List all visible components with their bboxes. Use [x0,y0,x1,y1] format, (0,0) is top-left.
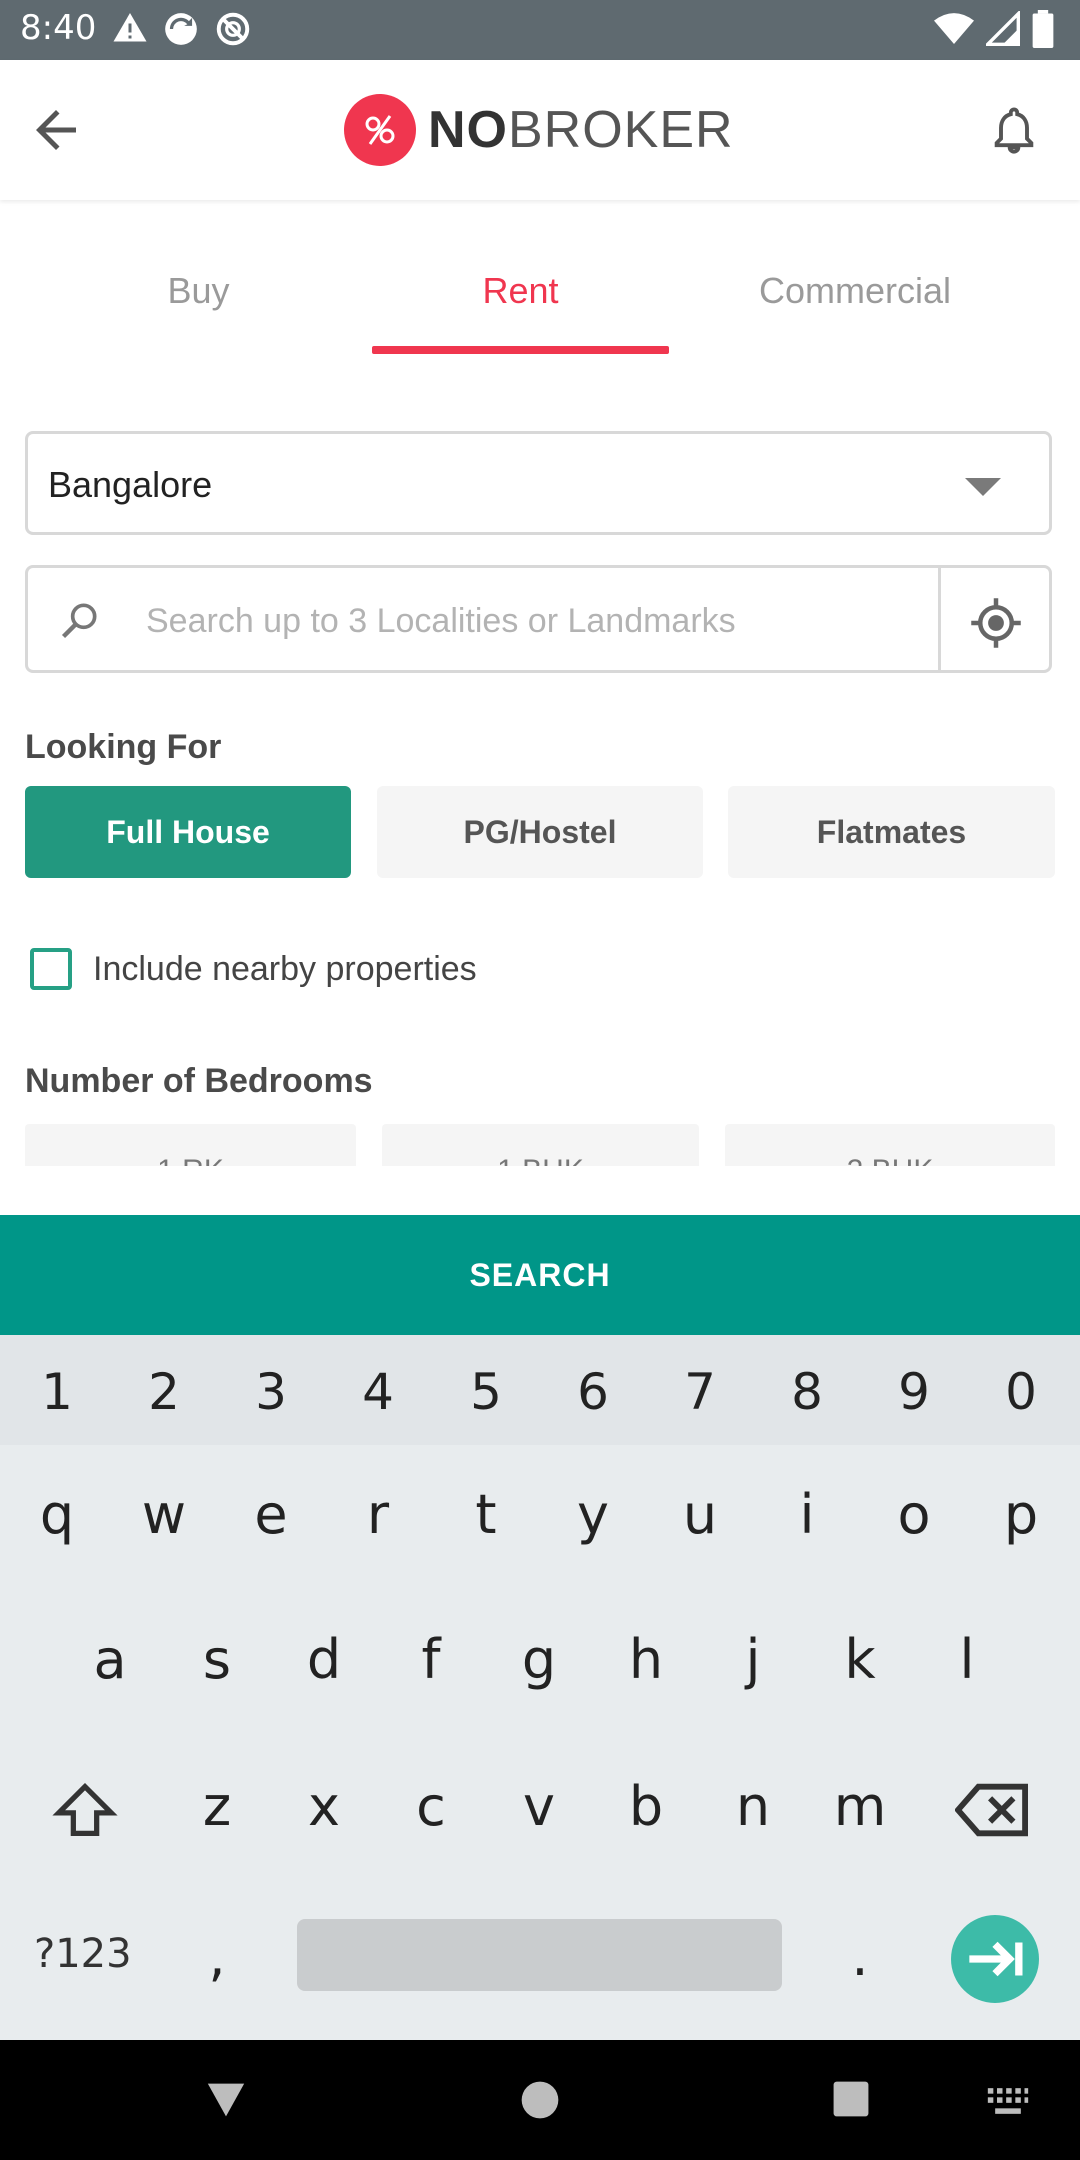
search-input[interactable]: Search up to 3 Localities or Landmarks [146,602,736,641]
tab-buy[interactable]: Buy [100,270,297,330]
key-n[interactable]: n [713,1775,793,1838]
keyboard-number-row: 1 2 3 4 5 6 7 8 9 0 [0,1335,1080,1445]
city-select-value: Bangalore [48,464,213,505]
key-3[interactable]: 3 [231,1363,311,1421]
location-target-icon[interactable] [969,596,1023,650]
status-time: 8:40 [20,8,97,48]
dropdown-caret-icon [965,478,1001,496]
nearby-label: Include nearby properties [93,950,477,988]
system-icons [934,10,1054,48]
bedrooms-title: Number of Bedrooms [25,1062,373,1100]
key-6[interactable]: 6 [553,1363,633,1421]
nav-recents-icon[interactable] [832,2080,870,2118]
battery-icon [1032,10,1054,48]
key-t[interactable]: t [446,1483,526,1546]
key-a[interactable]: a [70,1628,150,1691]
backspace-icon[interactable] [955,1775,1031,1845]
key-g[interactable]: g [499,1628,579,1691]
key-l[interactable]: l [927,1628,1007,1691]
key-d[interactable]: d [284,1628,364,1691]
option-1rk[interactable]: 1 RK [25,1124,356,1166]
key-m[interactable]: m [820,1775,900,1838]
key-8[interactable]: 8 [767,1363,847,1421]
city-select[interactable]: Bangalore [25,431,1052,535]
search-icon [61,603,97,639]
key-r[interactable]: r [338,1483,418,1546]
tab-rent[interactable]: Rent [372,270,669,330]
wifi-icon [934,13,974,44]
signal-icon [986,11,1020,46]
key-c[interactable]: c [391,1775,471,1838]
key-9[interactable]: 9 [874,1363,954,1421]
key-1[interactable]: 1 [17,1363,97,1421]
shift-icon[interactable] [50,1775,120,1845]
tab-arrow-icon [969,1941,1023,1977]
notification-icons [112,10,252,48]
enter-next-key[interactable] [951,1915,1039,2003]
option-full-house[interactable]: Full House [25,786,351,878]
system-nav-bar [0,2040,1080,2160]
key-4[interactable]: 4 [338,1363,418,1421]
key-b[interactable]: b [606,1775,686,1838]
status-bar: 8:40 [0,0,1080,60]
key-j[interactable]: j [713,1628,793,1691]
app-bar: NOBROKER [0,60,1080,200]
key-e[interactable]: e [231,1483,311,1546]
nav-home-icon[interactable] [520,2080,560,2120]
keyboard-switch-icon[interactable] [986,2086,1030,2116]
option-2bhk[interactable]: 2 BHK [725,1124,1055,1166]
logo-wordmark: NOBROKER [428,101,734,159]
search-divider [938,568,941,670]
key-x[interactable]: x [284,1775,364,1838]
key-i[interactable]: i [767,1483,847,1546]
tab-active-indicator [372,346,669,354]
logo-mark-icon [344,94,416,166]
key-5[interactable]: 5 [446,1363,526,1421]
tab-commercial[interactable]: Commercial [720,270,990,330]
key-v[interactable]: v [499,1775,579,1838]
key-7[interactable]: 7 [660,1363,740,1421]
warning-icon [113,13,147,42]
space-key[interactable] [297,1919,782,1991]
blocked-icon [216,12,250,46]
option-pg-hostel[interactable]: PG/Hostel [377,786,703,878]
back-arrow-icon[interactable] [26,100,86,160]
key-0[interactable]: 0 [981,1363,1061,1421]
key-period[interactable]: . [820,1925,900,1988]
key-h[interactable]: h [606,1628,686,1691]
bell-icon[interactable] [988,104,1040,156]
key-q[interactable]: q [17,1483,97,1546]
key-z[interactable]: z [177,1775,257,1838]
key-u[interactable]: u [660,1483,740,1546]
nav-back-icon[interactable] [204,2080,248,2120]
key-f[interactable]: f [391,1628,471,1691]
looking-for-title: Looking For [25,728,222,766]
locality-search-field[interactable]: Search up to 3 Localities or Landmarks [25,565,1052,673]
key-2[interactable]: 2 [124,1363,204,1421]
key-s[interactable]: s [177,1628,257,1691]
nobroker-logo: NOBROKER [344,92,734,168]
option-1bhk[interactable]: 1 BHK [382,1124,699,1166]
key-w[interactable]: w [124,1483,204,1546]
key-y[interactable]: y [553,1483,633,1546]
option-flatmates[interactable]: Flatmates [728,786,1055,878]
sync-icon [165,13,197,45]
soft-keyboard: 1 2 3 4 5 6 7 8 9 0 q w e r t y u i o p … [0,1335,1080,2040]
nearby-checkbox[interactable] [30,948,72,990]
key-o[interactable]: o [874,1483,954,1546]
key-comma[interactable]: , [177,1925,257,1988]
search-button[interactable]: SEARCH [0,1215,1080,1335]
symbols-key[interactable]: ?123 [34,1931,132,1977]
key-p[interactable]: p [981,1483,1061,1546]
key-k[interactable]: k [820,1628,900,1691]
